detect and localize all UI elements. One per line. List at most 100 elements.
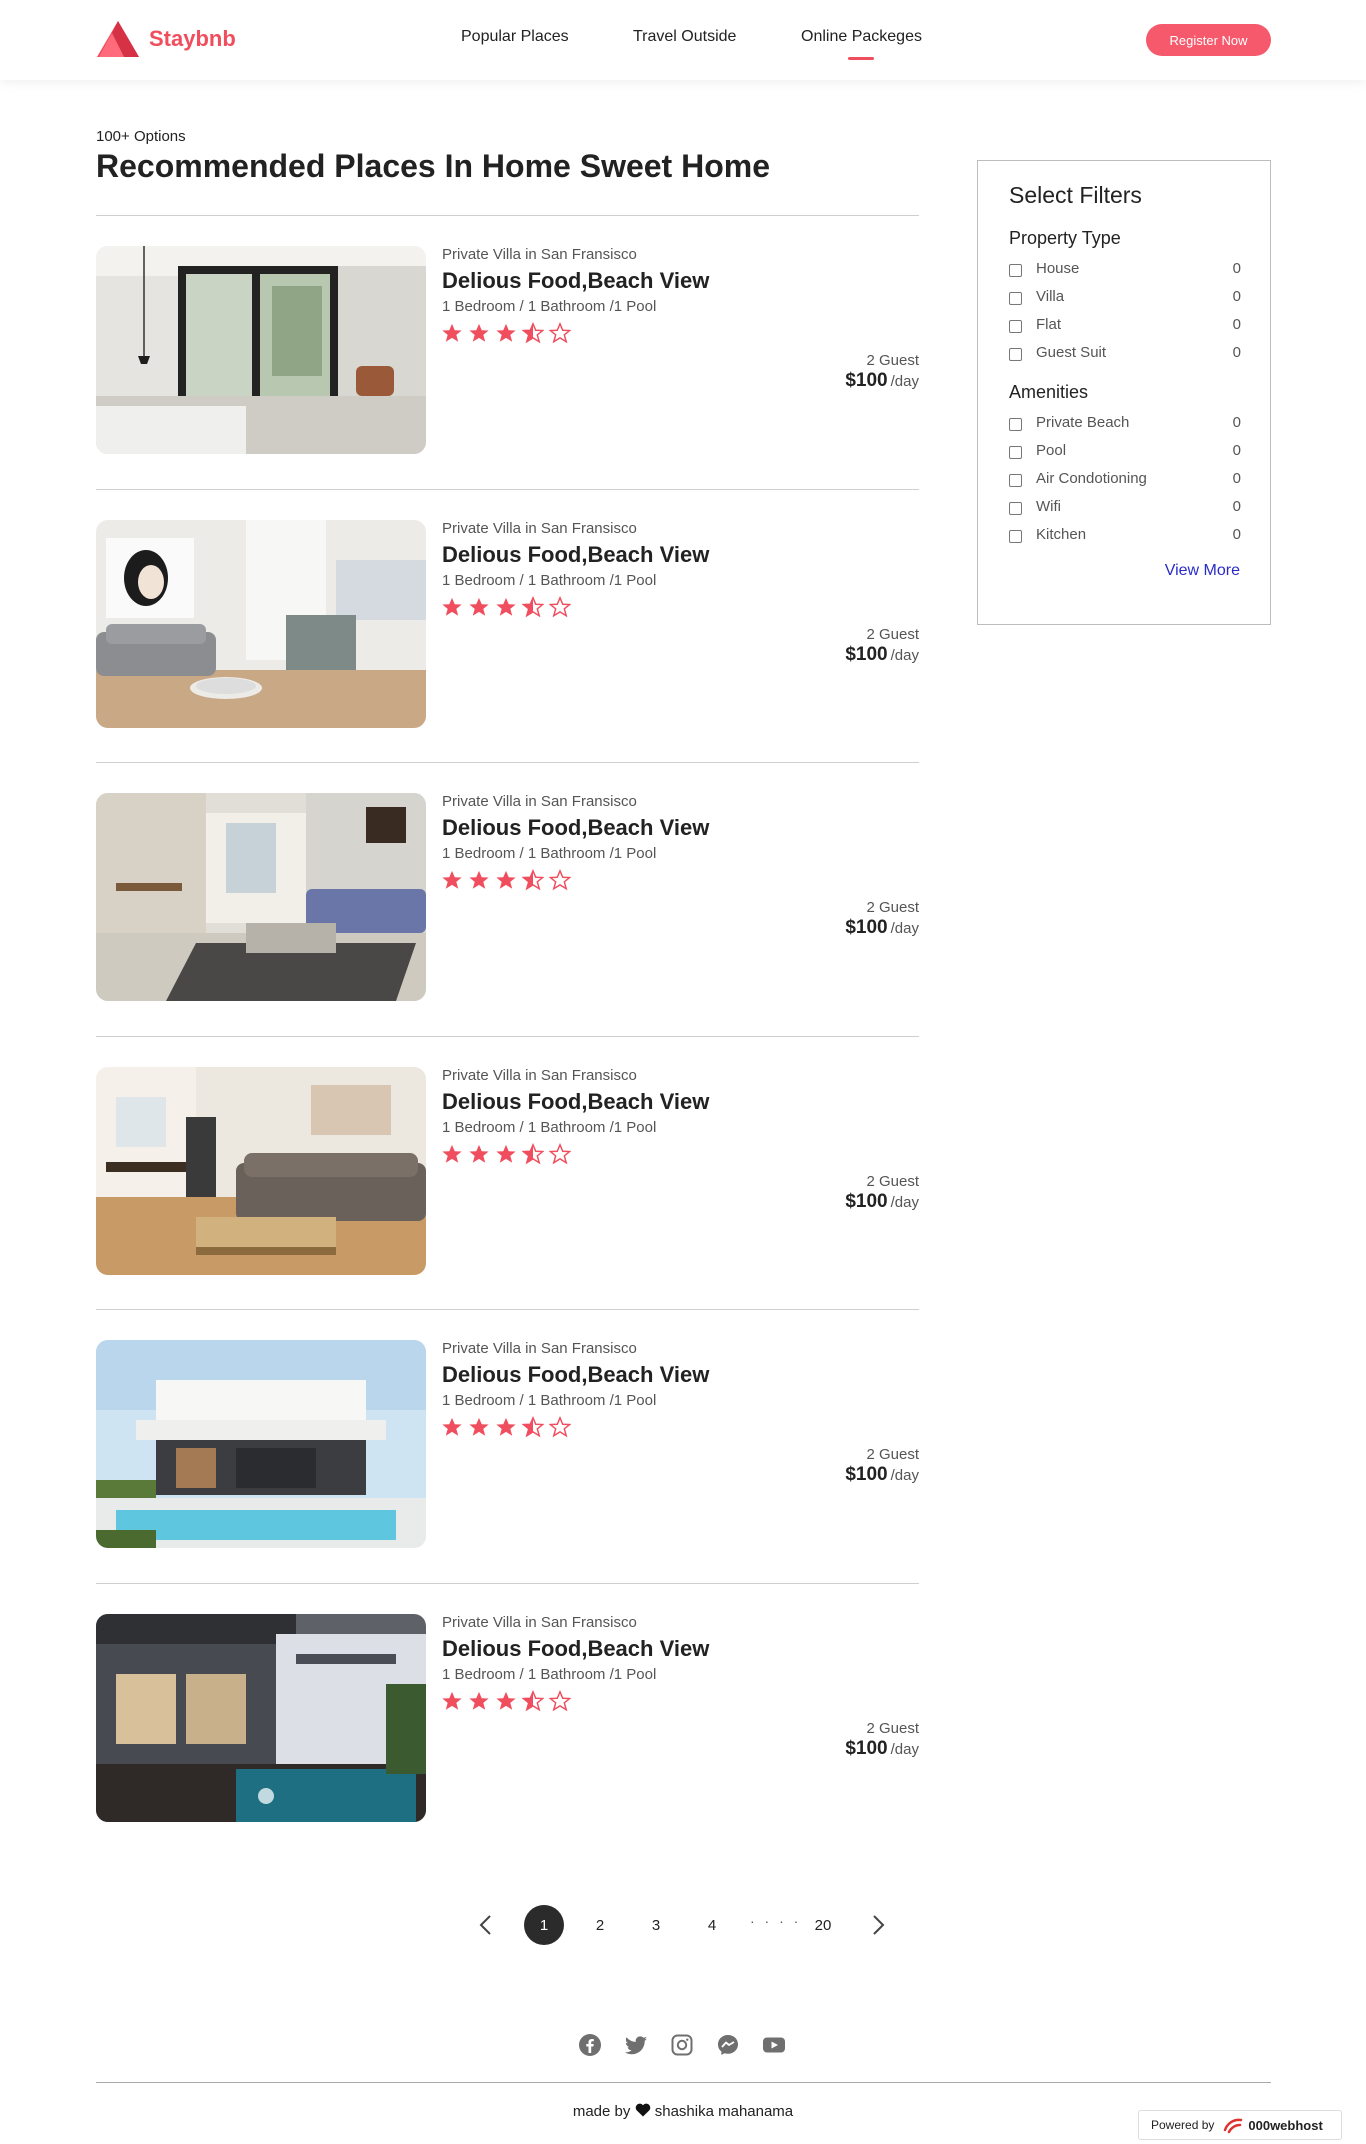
filter-checkbox[interactable] xyxy=(1009,418,1022,431)
amenity-option[interactable]: Private Beach 0 xyxy=(1009,414,1241,434)
filter-checkbox[interactable] xyxy=(1009,292,1022,305)
star-empty-icon xyxy=(549,1690,571,1712)
filter-checkbox[interactable] xyxy=(1009,348,1022,361)
filter-count: 0 xyxy=(1232,526,1241,543)
messenger-icon[interactable] xyxy=(716,2033,740,2057)
listing-card[interactable]: Private Villa in San Fransisco Delious Fo… xyxy=(96,1614,919,1822)
star-full-icon xyxy=(469,1144,489,1163)
listing-card[interactable]: Private Villa in San Fransisco Delious Fo… xyxy=(96,1340,919,1548)
nav-item-popular-places[interactable]: Popular Places xyxy=(461,28,569,46)
youtube-icon[interactable] xyxy=(762,2033,786,2057)
listing-guests: 2 Guest xyxy=(866,626,919,643)
filter-checkbox[interactable] xyxy=(1009,264,1022,277)
filter-checkbox[interactable] xyxy=(1009,320,1022,333)
instagram-icon[interactable] xyxy=(670,2033,694,2057)
star-full-icon xyxy=(442,323,462,342)
listing-card[interactable]: Private Villa in San Fransisco Delious Fo… xyxy=(96,1067,919,1275)
star-empty-icon xyxy=(549,596,571,618)
star-full-icon xyxy=(496,1691,516,1710)
price-unit: /day xyxy=(890,920,919,937)
footer-divider xyxy=(96,2082,1271,2083)
listing-features: 1 Bedroom / 1 Bathroom /1 Pool xyxy=(442,845,657,862)
page-3[interactable]: 3 xyxy=(636,1905,676,1945)
listing-type: Private Villa in San Fransisco xyxy=(442,520,637,537)
filter-label: Guest Suit xyxy=(1036,344,1107,361)
price-unit: /day xyxy=(890,1741,919,1758)
register-button[interactable]: Register Now xyxy=(1146,24,1271,56)
star-empty-icon xyxy=(549,322,571,344)
star-full-icon xyxy=(442,1417,462,1436)
filter-label: House xyxy=(1036,260,1080,277)
listing-photo[interactable] xyxy=(96,246,426,454)
listing-title[interactable]: Delious Food,Beach View xyxy=(442,542,709,568)
listing-type: Private Villa in San Fransisco xyxy=(442,1614,637,1631)
listing-title[interactable]: Delious Food,Beach View xyxy=(442,815,709,841)
listing-card[interactable]: Private Villa in San Fransisco Delious Fo… xyxy=(96,520,919,728)
price-unit: /day xyxy=(890,647,919,664)
listing-photo[interactable] xyxy=(96,520,426,728)
amenity-option[interactable]: Kitchen 0 xyxy=(1009,526,1241,546)
page-last[interactable]: 20 xyxy=(803,1905,843,1945)
property-type-option[interactable]: House 0 xyxy=(1009,260,1241,280)
star-full-icon xyxy=(496,1144,516,1163)
listing-type: Private Villa in San Fransisco xyxy=(442,793,637,810)
star-half-icon xyxy=(522,1416,544,1438)
listing-rating xyxy=(441,322,571,344)
star-full-icon xyxy=(469,1417,489,1436)
listing-title[interactable]: Delious Food,Beach View xyxy=(442,1362,709,1388)
filter-checkbox[interactable] xyxy=(1009,474,1022,487)
listing-card[interactable]: Private Villa in San Fransisco Delious Fo… xyxy=(96,246,919,454)
property-type-option[interactable]: Guest Suit 0 xyxy=(1009,344,1241,364)
amenity-option[interactable]: Wifi 0 xyxy=(1009,498,1241,518)
amenity-option[interactable]: Pool 0 xyxy=(1009,442,1241,462)
listing-divider xyxy=(96,215,919,216)
filter-label: Wifi xyxy=(1036,498,1061,515)
listing-guests: 2 Guest xyxy=(866,1173,919,1190)
filter-label: Kitchen xyxy=(1036,526,1087,543)
page-4[interactable]: 4 xyxy=(692,1905,732,1945)
listing-guests: 2 Guest xyxy=(866,899,919,916)
brand-logo[interactable]: Staybnb xyxy=(96,20,236,58)
filter-checkbox[interactable] xyxy=(1009,502,1022,515)
filter-checkbox[interactable] xyxy=(1009,530,1022,543)
brand-name: Staybnb xyxy=(149,26,236,51)
next-page-icon[interactable] xyxy=(866,1913,890,1937)
listing-photo[interactable] xyxy=(96,1067,426,1275)
nav-item-travel-outside[interactable]: Travel Outside xyxy=(633,28,736,46)
listing-card[interactable]: Private Villa in San Fransisco Delious Fo… xyxy=(96,793,919,1001)
listing-rating xyxy=(441,1416,571,1438)
listing-features: 1 Bedroom / 1 Bathroom /1 Pool xyxy=(442,1119,657,1136)
filter-count: 0 xyxy=(1232,316,1241,333)
facebook-icon[interactable] xyxy=(578,2033,602,2057)
filter-label: Villa xyxy=(1036,288,1065,305)
powered-by-badge[interactable]: Powered by 000webhost xyxy=(1138,2110,1342,2140)
listing-title[interactable]: Delious Food,Beach View xyxy=(442,1636,709,1662)
twitter-icon[interactable] xyxy=(624,2033,648,2057)
price-unit: /day xyxy=(890,373,919,390)
prev-page-icon[interactable] xyxy=(474,1913,498,1937)
listing-photo[interactable] xyxy=(96,793,426,1001)
amenity-option[interactable]: Air Condotioning 0 xyxy=(1009,470,1241,490)
filter-count: 0 xyxy=(1232,442,1241,459)
star-empty-icon xyxy=(549,869,571,891)
view-more-link[interactable]: View More xyxy=(1165,562,1240,580)
filter-label: Air Condotioning xyxy=(1036,470,1147,487)
listing-features: 1 Bedroom / 1 Bathroom /1 Pool xyxy=(442,298,657,315)
listing-title[interactable]: Delious Food,Beach View xyxy=(442,268,709,294)
filter-count: 0 xyxy=(1232,414,1241,431)
property-type-option[interactable]: Flat 0 xyxy=(1009,316,1241,336)
price-amount: $100 xyxy=(845,1738,888,1759)
page-2[interactable]: 2 xyxy=(580,1905,620,1945)
page-1[interactable]: 1 xyxy=(524,1905,564,1945)
property-type-option[interactable]: Villa 0 xyxy=(1009,288,1241,308)
listing-photo[interactable] xyxy=(96,1614,426,1822)
nav-active-indicator xyxy=(848,57,874,60)
made-by-prefix: made by xyxy=(572,2103,631,2120)
filter-checkbox[interactable] xyxy=(1009,446,1022,459)
powered-by-label: Powered by xyxy=(1151,2118,1215,2132)
price-unit: /day xyxy=(890,1194,919,1211)
listing-photo[interactable] xyxy=(96,1340,426,1548)
listing-title[interactable]: Delious Food,Beach View xyxy=(442,1089,709,1115)
nav-item-online-packages[interactable]: Online Packeges xyxy=(801,28,922,46)
price-amount: $100 xyxy=(845,370,888,391)
